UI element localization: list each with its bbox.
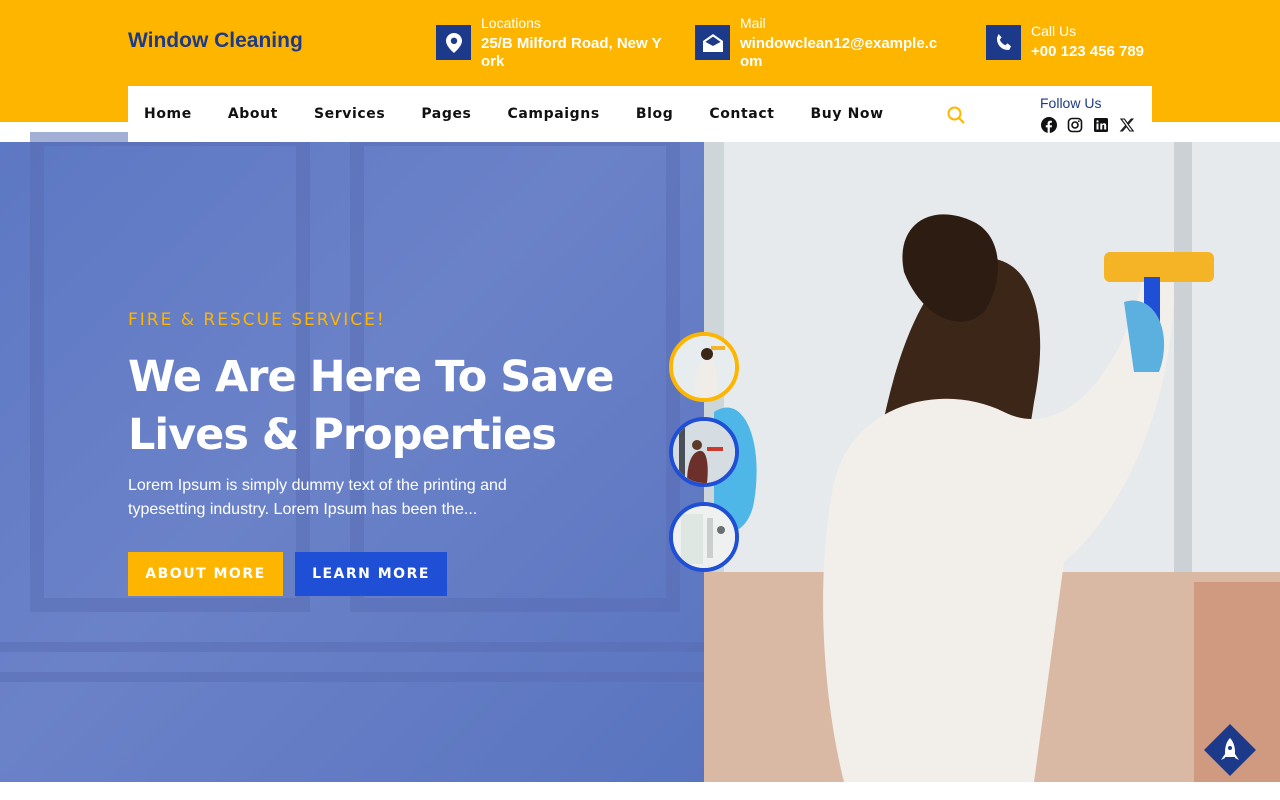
x-icon[interactable] xyxy=(1118,116,1136,134)
hero-section: FIRE & RESCUE SERVICE! We Are Here To Sa… xyxy=(0,122,1280,782)
facebook-icon[interactable] xyxy=(1040,116,1058,134)
hero-photo-woman-cleaning-window xyxy=(704,142,1280,782)
main-navigation: Home About Services Pages Campaigns Blog… xyxy=(128,86,1152,142)
contact-location: Locations 25/B Milford Road, New York xyxy=(436,14,666,71)
site-logo[interactable]: Window Cleaning xyxy=(128,29,303,53)
mail-value[interactable]: windowclean12@example.com xyxy=(740,35,940,71)
slide-thumbnail-1[interactable] xyxy=(669,332,739,402)
location-value: 25/B Milford Road, New York xyxy=(481,35,662,70)
phone-value[interactable]: +00 123 456 789 xyxy=(1031,43,1144,61)
hero-paragraph: Lorem Ipsum is simply dummy text of the … xyxy=(128,477,507,518)
location-title: Locations xyxy=(481,15,541,31)
social-links xyxy=(1040,116,1144,134)
contact-mail: Mail windowclean12@example.com xyxy=(695,14,945,71)
nav-item-pages[interactable]: Pages xyxy=(421,106,471,122)
nav-item-campaigns[interactable]: Campaigns xyxy=(508,106,600,122)
scroll-to-top-button[interactable] xyxy=(1204,724,1256,776)
nav-item-blog[interactable]: Blog xyxy=(636,106,674,122)
envelope-icon xyxy=(695,25,730,60)
follow-us-title: Follow Us xyxy=(1040,95,1102,111)
linkedin-icon[interactable] xyxy=(1092,116,1110,134)
hero-kicker: FIRE & RESCUE SERVICE! xyxy=(128,310,386,330)
slide-thumbnail-3[interactable] xyxy=(669,502,739,572)
phone-icon xyxy=(986,25,1021,60)
nav-item-contact[interactable]: Contact xyxy=(709,106,774,122)
slide-thumbnail-2[interactable] xyxy=(669,417,739,487)
mail-title: Mail xyxy=(740,15,766,31)
nav-menu: Home About Services Pages Campaigns Blog… xyxy=(144,86,920,142)
phone-title: Call Us xyxy=(1031,23,1077,39)
location-pin-icon xyxy=(436,25,471,60)
nav-item-home[interactable]: Home xyxy=(144,106,192,122)
about-more-button[interactable]: ABOUT MORE xyxy=(128,552,283,596)
nav-item-about[interactable]: About xyxy=(228,106,278,122)
contact-phone: Call Us +00 123 456 789 xyxy=(986,22,1156,61)
nav-item-services[interactable]: Services xyxy=(314,106,385,122)
instagram-icon[interactable] xyxy=(1066,116,1084,134)
nav-item-buy-now[interactable]: Buy Now xyxy=(811,106,884,122)
follow-us: Follow Us xyxy=(1040,95,1144,134)
search-icon[interactable] xyxy=(946,105,966,125)
learn-more-button[interactable]: LEARN MORE xyxy=(295,552,447,596)
hero-headline: We Are Here To Save Lives & Properties xyxy=(128,352,614,460)
